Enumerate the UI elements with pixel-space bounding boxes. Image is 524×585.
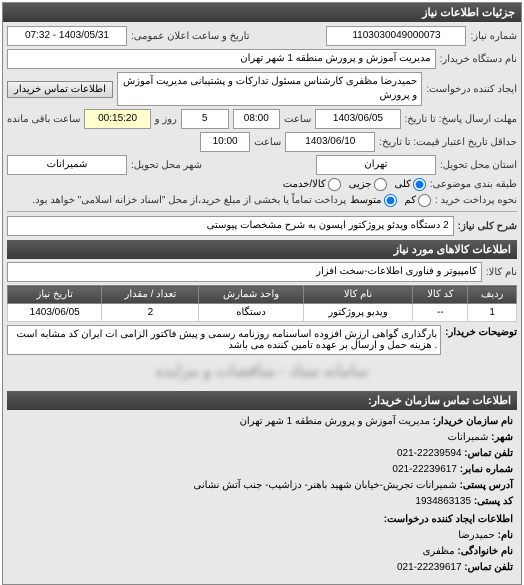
goods-section-title: اطلاعات کالاهای مورد نیاز — [7, 240, 517, 259]
remaining-label: ساعت باقی مانده — [7, 114, 80, 125]
cell-qty: 2 — [102, 304, 199, 322]
group-label: طبقه بندی موضوعی: — [430, 179, 517, 190]
deadline-date-field: 1403/06/05 — [315, 109, 400, 129]
c-postal-label: کد پستی: — [474, 496, 513, 507]
c-name-label: نام: — [498, 530, 513, 541]
radio-low[interactable]: کم — [405, 194, 431, 207]
need-title-label: شرح کلی نیاز: — [458, 221, 517, 232]
th-code: کد کالا — [413, 286, 468, 304]
c-fax-label: شماره نمابر: — [460, 464, 513, 475]
deadline-time-label: ساعت — [284, 114, 311, 125]
buyer-org-field: مدیریت آموزش و پرورش منطقه 1 شهر تهران — [7, 49, 436, 69]
panel-body: شماره نیاز: 1103030049000073 تاریخ و ساع… — [3, 22, 521, 584]
announce-label: تاریخ و ساعت اعلان عمومی: — [131, 31, 250, 42]
c-family-label: نام خانوادگی: — [457, 546, 513, 557]
category-field: کامپیوتر و فناوری اطلاعات-سخت افزار — [7, 262, 482, 282]
main-panel: جزئیات اطلاعات نیاز شماره نیاز: 11030300… — [2, 2, 522, 585]
radio-low-input[interactable] — [418, 194, 431, 207]
notes-label: توضیحات خریدار: — [445, 325, 517, 355]
c-phone-label: تلفن تماس: — [464, 562, 513, 573]
c-fax: 22239617-021 — [392, 464, 457, 475]
validity-date-field: 1403/06/10 — [285, 132, 375, 152]
remaining-days-label: روز و — [155, 114, 177, 125]
need-number-label: شماره نیاز: — [470, 31, 517, 42]
radio-partial-input[interactable] — [374, 178, 387, 191]
validity-label: حداقل تاریخ اعتبار قیمت: تا تاریخ: — [379, 137, 517, 148]
c-phone: 22239617-021 — [397, 562, 462, 573]
table-row[interactable]: 1 -- ویدیو پروژکتور دستگاه 2 1403/06/05 — [8, 304, 517, 322]
row-validity: حداقل تاریخ اعتبار قیمت: تا تاریخ: 1403/… — [7, 132, 517, 152]
group-radios: کلی جزیی کالا/خدمت — [283, 178, 426, 191]
validity-time-field: 10:00 — [200, 132, 250, 152]
remaining-time-field: 00:15:20 — [84, 109, 150, 129]
need-number-field: 1103030049000073 — [326, 26, 466, 46]
goods-table: ردیف کد کالا نام کالا واحد شمارش تعداد /… — [7, 285, 517, 322]
notes-row: توضیحات خریدار: بارگذاری گواهی ارزش افزو… — [7, 325, 517, 355]
c-tel-label: تلفن تماس: — [464, 448, 513, 459]
radio-all[interactable]: کلی — [395, 178, 426, 191]
watermark: سامانه ستاد - مناقصات و مزایده — [7, 355, 517, 387]
c-addr-label: آدرس پستی: — [460, 480, 513, 491]
radio-med-input[interactable] — [384, 194, 397, 207]
c-family: مظفری — [423, 546, 455, 557]
c-city-label: شهر: — [491, 432, 513, 443]
requester-label: ایجاد کننده درخواست: — [426, 84, 517, 95]
remaining-days-field: 5 — [181, 109, 229, 129]
city-field: شمیرانات — [7, 155, 127, 175]
row-deadline: مهلت ارسال پاسخ: تا تاریخ: 1403/06/05 سا… — [7, 109, 517, 129]
row-need-number: شماره نیاز: 1103030049000073 تاریخ و ساع… — [7, 26, 517, 46]
category-label: نام کالا: — [486, 267, 517, 278]
contact-section: نام سازمان خریدار: مدیریت آموزش و پرورش … — [7, 410, 517, 580]
cell-row: 1 — [468, 304, 517, 322]
th-unit: واحد شمارش — [199, 286, 303, 304]
row-payment: نحوه پرداخت خرید : کم متوسط پرداخت تماما… — [7, 194, 517, 207]
row-group: طبقه بندی موضوعی: کلی جزیی کالا/خدمت — [7, 178, 517, 191]
contact-button[interactable]: اطلاعات تماس خریدار — [7, 81, 113, 98]
cell-name: ویدیو پروژکتور — [303, 304, 413, 322]
c-org: مدیریت آموزش و پرورش منطقه 1 شهر تهران — [240, 416, 430, 427]
row-category: نام کالا: کامپیوتر و فناوری اطلاعات-سخت … — [7, 262, 517, 282]
cell-date: 1403/06/05 — [8, 304, 102, 322]
c-postal: 1934863135 — [415, 496, 471, 507]
city-label: شهر محل تحویل: — [131, 160, 202, 171]
c-creator-title: اطلاعات ایجاد کننده درخواست: — [11, 512, 513, 528]
th-row: ردیف — [468, 286, 517, 304]
radio-all-input[interactable] — [413, 178, 426, 191]
row-requester: ایجاد کننده درخواست: حمیدرضا مظفری کارشن… — [7, 72, 517, 106]
row-buyer-org: نام دستگاه خریدار: مدیریت آموزش و پرورش … — [7, 49, 517, 69]
row-need-title: شرح کلی نیاز: 2 دستگاه ویدئو پروژکتور اپ… — [7, 216, 517, 236]
contact-section-title: اطلاعات تماس سازمان خریدار: — [7, 391, 517, 410]
c-org-label: نام سازمان خریدار: — [433, 416, 513, 427]
th-qty: تعداد / مقدار — [102, 286, 199, 304]
cell-unit: دستگاه — [199, 304, 303, 322]
province-field: تهران — [316, 155, 436, 175]
need-title-field: 2 دستگاه ویدئو پروژکتور اپسون به شرح مشخ… — [7, 216, 454, 236]
province-label: استان محل تحویل: — [440, 160, 517, 171]
radio-med[interactable]: متوسط — [350, 194, 396, 207]
buyer-org-label: نام دستگاه خریدار: — [440, 54, 517, 65]
requester-field: حمیدرضا مظفری کارشناس مسئول تدارکات و پش… — [117, 72, 422, 106]
row-location: استان محل تحویل: تهران شهر محل تحویل: شم… — [7, 155, 517, 175]
c-tel: 22239594-021 — [397, 448, 462, 459]
radio-partial[interactable]: جزیی — [349, 178, 387, 191]
radio-both-input[interactable] — [328, 178, 341, 191]
notes-field: بارگذاری گواهی ارزش افزوده اساسنامه روزن… — [7, 325, 441, 355]
announce-field: 1403/05/31 - 07:32 — [7, 26, 127, 46]
deadline-time-field: 08:00 — [233, 109, 281, 129]
validity-time-label: ساعت — [254, 137, 281, 148]
c-city: شمیرانات — [448, 432, 489, 443]
c-name: حمیدرضا — [458, 530, 495, 541]
panel-title: جزئیات اطلاعات نیاز — [3, 3, 521, 22]
th-name: نام کالا — [303, 286, 413, 304]
deadline-label: مهلت ارسال پاسخ: تا تاریخ: — [405, 114, 517, 125]
radio-both[interactable]: کالا/خدمت — [283, 178, 341, 191]
pay-note: پرداخت تماماً یا بخشی از مبلغ خرید،از مح… — [7, 195, 346, 206]
pay-radios: کم متوسط — [350, 194, 431, 207]
th-date: تاریخ نیاز — [8, 286, 102, 304]
c-addr: شمیرانات تجریش-خیابان شهید باهنر- دزاشیب… — [194, 480, 457, 491]
table-header-row: ردیف کد کالا نام کالا واحد شمارش تعداد /… — [8, 286, 517, 304]
pay-label: نحوه پرداخت خرید : — [435, 195, 517, 206]
cell-code: -- — [413, 304, 468, 322]
